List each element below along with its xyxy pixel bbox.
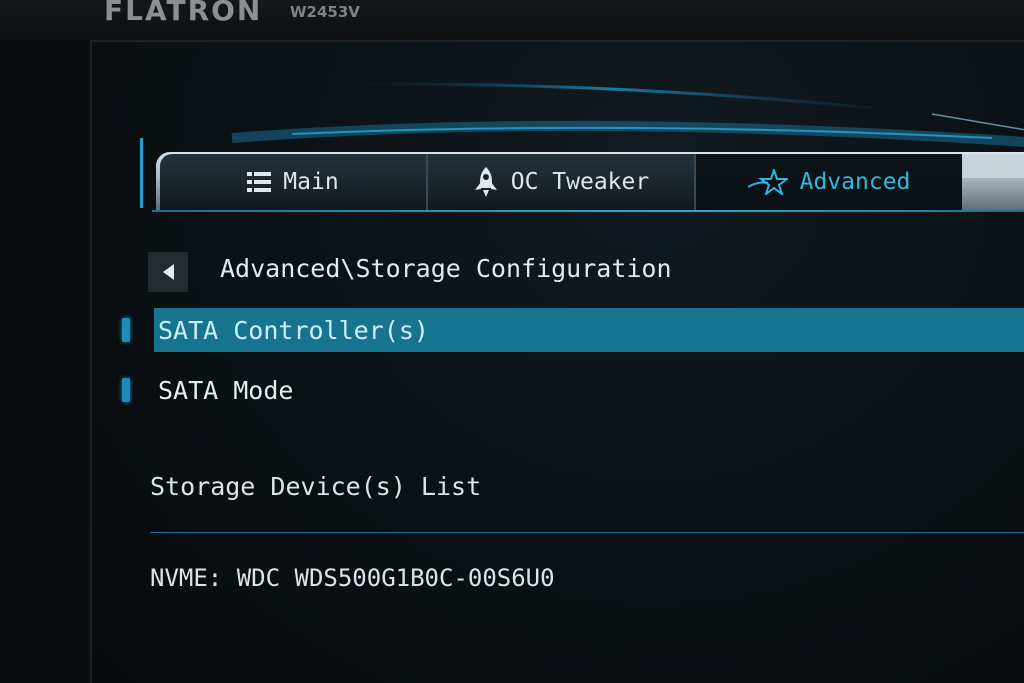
- rocket-icon: [474, 167, 497, 197]
- star-icon: [747, 169, 788, 195]
- monitor-bezel: FLATRON W2453V: [0, 0, 1024, 40]
- monitor-model-label: W2453V: [290, 3, 360, 21]
- tab-oc-tweaker-label: OC Tweaker: [510, 169, 650, 195]
- storage-section-title: Storage Device(s) List: [150, 472, 482, 501]
- section-divider: [150, 532, 1024, 533]
- tab-advanced[interactable]: Advanced: [696, 154, 962, 210]
- back-arrow-icon: [163, 264, 174, 280]
- menu-item-label: SATA Controller(s): [158, 315, 429, 345]
- bios-screen: Main OC Tweaker Advanced Advanced\Storag…: [90, 40, 1024, 683]
- monitor-brand-logo: FLATRON: [104, 0, 263, 27]
- left-accent-bar: [140, 138, 143, 208]
- menu-item-label: SATA Mode: [158, 375, 294, 405]
- tab-bar-end: [962, 154, 1024, 178]
- breadcrumb: Advanced\Storage Configuration: [220, 254, 672, 283]
- menu-item-sata-controllers[interactable]: SATA Controller(s): [122, 308, 1024, 352]
- item-marker-icon: [122, 378, 130, 402]
- tab-main[interactable]: Main: [160, 154, 428, 210]
- tab-advanced-label: Advanced: [799, 169, 911, 195]
- tab-main-label: Main: [283, 169, 339, 195]
- tab-oc-tweaker[interactable]: OC Tweaker: [428, 154, 696, 210]
- back-button[interactable]: [148, 252, 188, 292]
- menu-item-sata-mode[interactable]: SATA Mode: [122, 368, 1024, 412]
- tab-underline: [152, 210, 1024, 212]
- storage-device-item: NVME: WDC WDS500G1B0C-00S6U0: [150, 564, 555, 592]
- item-marker-icon: [122, 318, 130, 342]
- list-icon: [247, 172, 272, 192]
